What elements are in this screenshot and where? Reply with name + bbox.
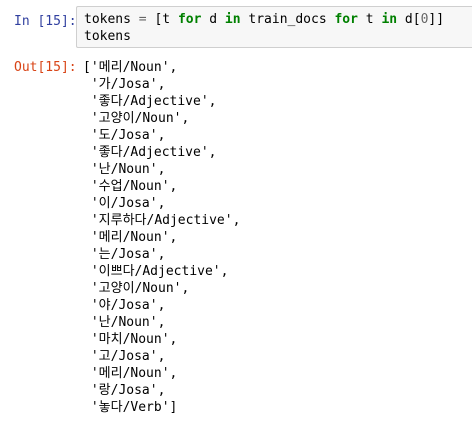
code-keyword: for (334, 12, 358, 27)
input-cell: In [15]: tokens = [t for d in train_docs… (0, 0, 472, 52)
output-prompt: Out[15]: (14, 60, 77, 75)
input-prompt: In [15]: (14, 14, 77, 29)
code-keyword: in (224, 12, 241, 27)
output-line: '랑/Josa', (83, 383, 166, 398)
output-line: '는/Josa', (83, 247, 166, 262)
output-line: '고양이/Noun', (83, 281, 190, 296)
code-keyword: in (381, 12, 398, 27)
output-text: ['메리/Noun', '가/Josa', '좋다/Adjective', '고… (83, 59, 472, 416)
output-line: '난/Noun', (83, 315, 166, 330)
code-token: d (201, 12, 225, 27)
output-line: '이/Josa', (83, 196, 166, 211)
code-line-1: tokens = [t for d in train_docs for t in… (84, 11, 444, 28)
output-line: '놓다/Verb'] (83, 400, 178, 415)
code-token: d[ (397, 12, 421, 27)
code-editor[interactable]: tokens = [t for d in train_docs for t in… (76, 6, 472, 48)
output-line: '메리/Noun', (83, 230, 178, 245)
output-line: '수업/Noun', (83, 179, 178, 194)
output-line: '도/Josa', (83, 128, 166, 143)
output-line: '지루하다/Adjective', (83, 213, 241, 228)
code-token: = (138, 12, 147, 27)
code-keyword: for (177, 12, 202, 27)
output-line: ['메리/Noun', (83, 60, 178, 75)
output-line: '좋다/Adjective', (83, 145, 217, 160)
code-token: train_docs (240, 12, 335, 27)
output-line: '고/Josa', (83, 349, 166, 364)
output-line: '마치/Noun', (83, 332, 178, 347)
code-token: [t (146, 12, 178, 27)
code-token: tokens (84, 12, 139, 27)
code-line-2: tokens (84, 29, 131, 44)
output-line: '메리/Noun', (83, 366, 178, 381)
output-line: '난/Noun', (83, 162, 166, 177)
output-line: '이쁘다/Adjective', (83, 264, 229, 279)
output-line: '고양이/Noun', (83, 111, 190, 126)
output-line: '야/Josa', (83, 298, 166, 313)
output-line: '좋다/Adjective', (83, 94, 217, 109)
code-token: t (357, 12, 382, 27)
code-token: ]] (428, 12, 445, 27)
output-line: '가/Josa', (83, 77, 166, 92)
